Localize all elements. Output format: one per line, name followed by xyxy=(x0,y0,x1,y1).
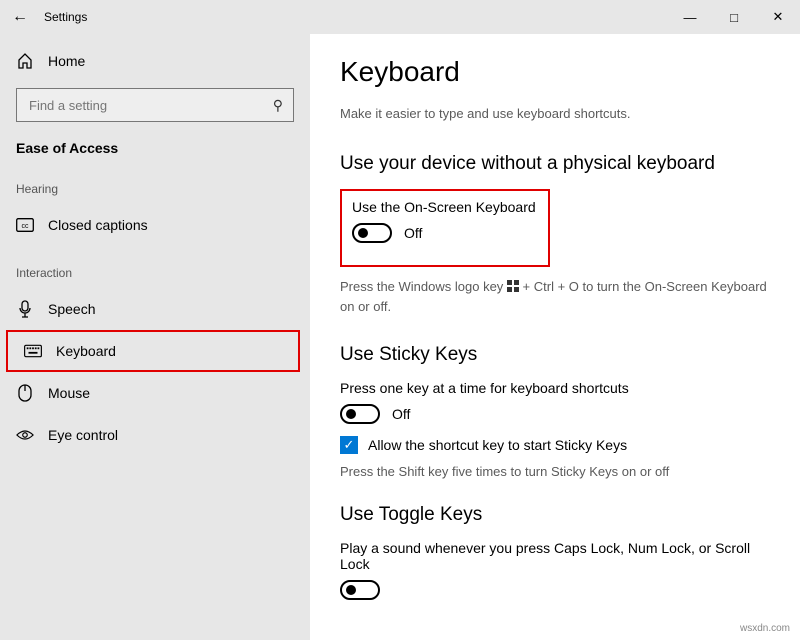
sticky-keys-shortcut-checkbox[interactable]: ✓ xyxy=(340,436,358,454)
windows-logo-icon xyxy=(507,280,519,292)
nav-label: Keyboard xyxy=(56,343,116,359)
back-button[interactable]: ← xyxy=(0,8,40,26)
keyboard-icon xyxy=(24,344,42,358)
group-interaction-label: Interaction xyxy=(0,246,310,288)
toggle-keys-label: Play a sound whenever you press Caps Loc… xyxy=(340,540,770,572)
mouse-icon xyxy=(16,384,34,402)
onscreen-keyboard-toggle[interactable] xyxy=(352,223,392,243)
nav-label: Speech xyxy=(48,301,95,317)
eye-icon xyxy=(16,428,34,442)
window-title: Settings xyxy=(40,10,87,24)
sticky-keys-state: Off xyxy=(392,406,410,422)
sticky-keys-toggle[interactable] xyxy=(340,404,380,424)
home-icon xyxy=(16,53,34,69)
microphone-icon xyxy=(16,300,34,318)
closed-captions-icon: cc xyxy=(16,218,34,232)
sidebar-item-closed-captions[interactable]: cc Closed captions xyxy=(0,204,310,246)
onscreen-keyboard-highlight: Use the On-Screen Keyboard Off xyxy=(340,189,550,267)
sidebar-item-speech[interactable]: Speech xyxy=(0,288,310,330)
section3-heading: Use Toggle Keys xyxy=(340,504,770,526)
search-icon: ⚲ xyxy=(273,97,283,114)
close-button[interactable]: ✕ xyxy=(756,0,800,34)
onscreen-keyboard-state: Off xyxy=(404,225,422,241)
sticky-keys-label: Press one key at a time for keyboard sho… xyxy=(340,380,770,396)
toggle-keys-toggle[interactable] xyxy=(340,580,380,600)
onscreen-keyboard-label: Use the On-Screen Keyboard xyxy=(352,199,538,215)
sticky-keys-hint: Press the Shift key five times to turn S… xyxy=(340,462,770,482)
page-title: Keyboard xyxy=(340,56,770,88)
main-content: Keyboard Make it easier to type and use … xyxy=(310,34,800,640)
section1-heading: Use your device without a physical keybo… xyxy=(340,153,770,175)
nav-label: Mouse xyxy=(48,385,90,401)
maximize-button[interactable]: □ xyxy=(712,0,756,34)
group-hearing-label: Hearing xyxy=(0,162,310,204)
section-header: Ease of Access xyxy=(0,134,310,162)
sidebar-item-keyboard[interactable]: Keyboard xyxy=(6,330,300,372)
sidebar-item-mouse[interactable]: Mouse xyxy=(0,372,310,414)
home-label: Home xyxy=(48,53,85,69)
search-input[interactable] xyxy=(27,97,283,114)
minimize-button[interactable]: ― xyxy=(668,0,712,34)
section2-heading: Use Sticky Keys xyxy=(340,344,770,366)
onscreen-keyboard-hint: Press the Windows logo key + Ctrl + O to… xyxy=(340,277,770,316)
watermark: wsxdn.com xyxy=(740,623,790,634)
sidebar-item-eye-control[interactable]: Eye control xyxy=(0,414,310,456)
nav-label: Eye control xyxy=(48,427,118,443)
nav-label: Closed captions xyxy=(48,217,148,233)
home-nav[interactable]: Home xyxy=(0,42,310,80)
page-description: Make it easier to type and use keyboard … xyxy=(340,106,770,121)
sticky-keys-checkbox-label: Allow the shortcut key to start Sticky K… xyxy=(368,437,627,453)
search-input-wrapper[interactable]: ⚲ xyxy=(16,88,294,122)
sidebar: Home ⚲ Ease of Access Hearing cc Closed … xyxy=(0,34,310,640)
svg-text:cc: cc xyxy=(22,223,30,230)
